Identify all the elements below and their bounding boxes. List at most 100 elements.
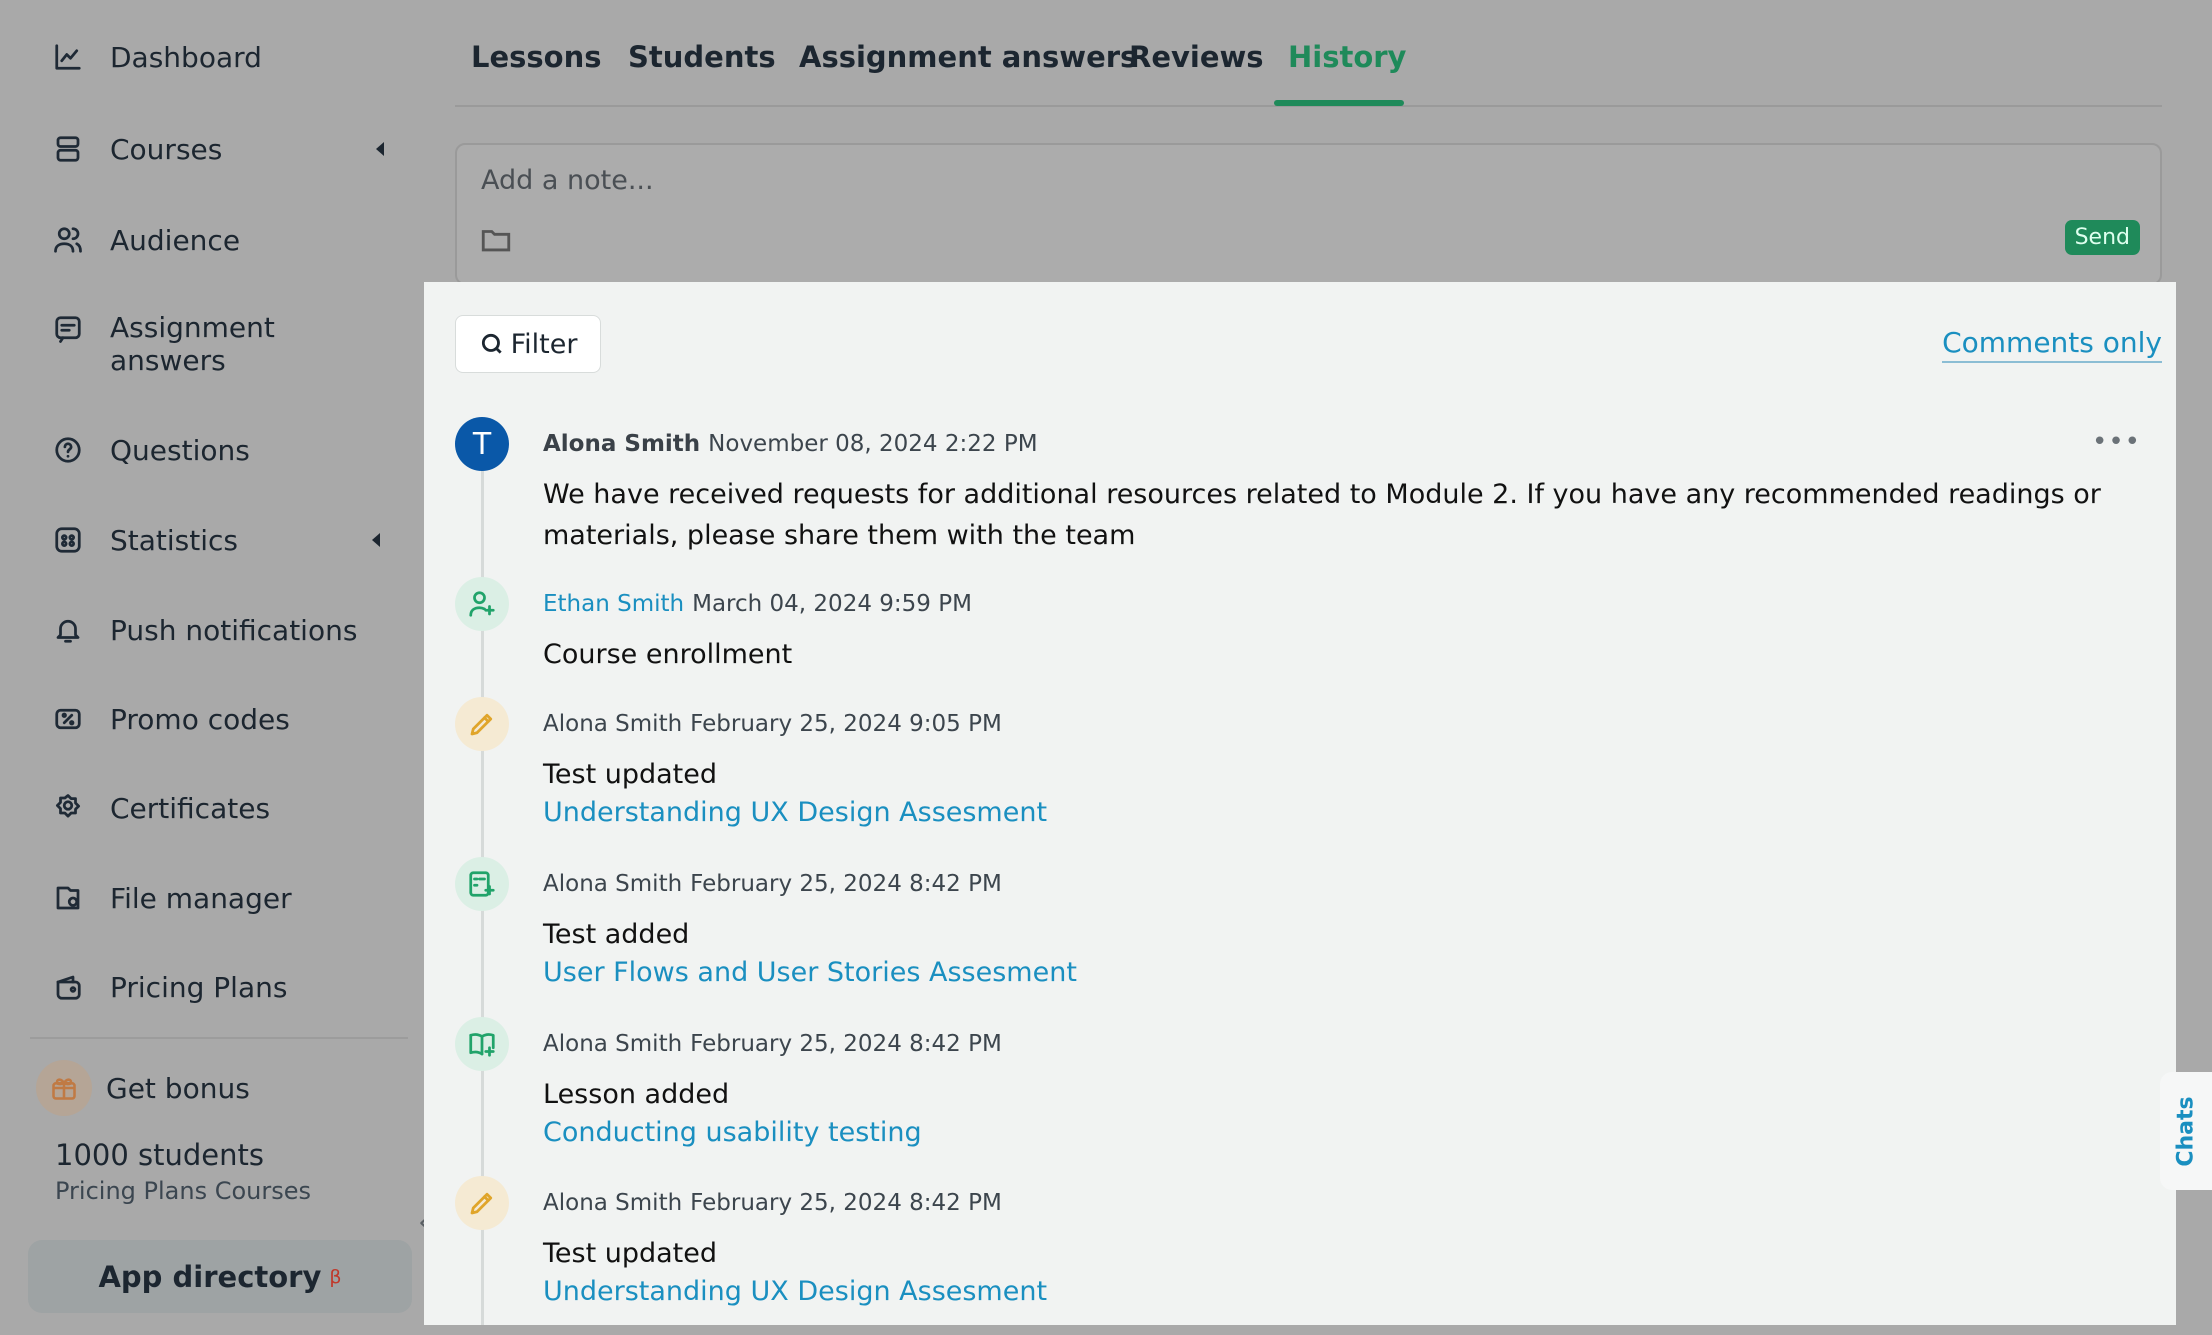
sidebar: Dashboard Courses Audience Assignment an… [0, 0, 424, 1335]
pencil-icon [455, 1176, 509, 1230]
entry-text: We have received requests for additional… [543, 479, 2101, 551]
app-directory-button[interactable]: App directory β [28, 1240, 412, 1313]
tab-lessons[interactable]: Lessons [471, 40, 602, 74]
beta-badge: β [329, 1265, 342, 1288]
entry-author: Alona Smith [543, 431, 701, 457]
book-add-icon [455, 1017, 509, 1071]
pencil-icon [455, 697, 509, 751]
entry-link[interactable]: Understanding UX Design Assesment [543, 797, 1047, 828]
note-composer: Add a note... Send [455, 143, 2162, 285]
filter-button[interactable]: Filter [455, 315, 601, 373]
entry-date: March 04, 2024 9:59 PM [692, 591, 972, 617]
sidebar-divider [30, 1037, 408, 1039]
sidebar-item-label: Audience [110, 223, 241, 257]
entry-author: Alona Smith [543, 1031, 683, 1057]
plan-student-count: 1000 students [55, 1138, 264, 1172]
sidebar-item-file-manager[interactable]: File manager [50, 880, 410, 916]
sidebar-item-label: Dashboard [110, 40, 262, 74]
sidebar-item-statistics[interactable]: Statistics [50, 522, 410, 558]
user-plus-icon [455, 577, 509, 631]
active-tab-indicator [1274, 100, 1404, 106]
sidebar-item-label: Pricing Plans [110, 970, 288, 1004]
entry-author: Alona Smith [543, 1190, 683, 1216]
tab-history[interactable]: History [1288, 40, 1406, 74]
history-entry: Alona Smith February 25, 2024 8:42 PM Tes… [455, 1176, 2155, 1325]
sidebar-item-label: Statistics [110, 523, 238, 557]
gift-icon [36, 1060, 92, 1116]
search-icon [481, 333, 502, 354]
entry-meta: Alona Smith November 08, 2024 2:22 PM [543, 431, 1038, 457]
sidebar-item-courses[interactable]: Courses [50, 131, 410, 167]
get-bonus-item[interactable]: Get bonus [36, 1060, 408, 1116]
sidebar-item-promo-codes[interactable]: Promo codes [50, 701, 410, 737]
sidebar-item-label: Push notifications [110, 613, 358, 647]
tab-reviews[interactable]: Reviews [1129, 40, 1264, 74]
sidebar-item-push-notifications[interactable]: Push notifications [50, 612, 410, 648]
sidebar-item-certificates[interactable]: Certificates [50, 790, 410, 826]
wallet-icon [50, 969, 86, 1005]
app-directory-label: App directory [98, 1259, 322, 1294]
history-panel: Filter Comments only T Alona Smith Novemb… [424, 282, 2176, 1325]
history-entry: Alona Smith February 25, 2024 8:42 PM Tes… [455, 857, 2155, 1007]
entry-text: Course enrollment [543, 639, 793, 670]
stack-icon [50, 131, 86, 167]
entry-meta: Alona Smith February 25, 2024 8:42 PM [543, 1031, 1002, 1057]
assignment-icon [50, 311, 86, 347]
sidebar-item-assignment-answers[interactable]: Assignment answers [50, 311, 410, 377]
get-bonus-label: Get bonus [106, 1071, 250, 1105]
entry-link[interactable]: User Flows and User Stories Assesment [543, 957, 1077, 988]
file-manager-icon [50, 880, 86, 916]
entry-author: Alona Smith [543, 871, 683, 897]
caret-left-icon[interactable] [376, 142, 384, 156]
history-entry: T Alona Smith November 08, 2024 2:22 PM •… [455, 417, 2155, 567]
entry-text: Lesson added [543, 1079, 730, 1110]
sidebar-item-label: Promo codes [110, 702, 290, 736]
tab-assignment-answers[interactable]: Assignment answers [799, 40, 1137, 74]
history-entry: Alona Smith February 25, 2024 8:42 PM Les… [455, 1017, 2155, 1167]
question-icon [50, 432, 86, 468]
entry-date: February 25, 2024 8:42 PM [690, 1031, 1002, 1057]
promo-icon [50, 701, 86, 737]
entry-text: Test updated [543, 759, 718, 790]
certificate-icon [50, 790, 86, 826]
test-add-icon [455, 857, 509, 911]
plan-name[interactable]: Pricing Plans Courses [55, 1177, 311, 1205]
sidebar-item-questions[interactable]: Questions [50, 432, 410, 468]
sidebar-item-audience[interactable]: Audience [50, 222, 410, 258]
avatar[interactable]: T [455, 417, 509, 471]
entry-link[interactable]: Conducting usability testing [543, 1117, 922, 1148]
caret-left-icon[interactable] [372, 533, 380, 547]
sidebar-item-label: Courses [110, 132, 223, 166]
entry-meta: Alona Smith February 25, 2024 8:42 PM [543, 1190, 1002, 1216]
entry-link[interactable]: Understanding UX Design Assesment [543, 1276, 1047, 1307]
sidebar-item-label: Questions [110, 433, 250, 467]
users-icon [50, 222, 86, 258]
entry-date: February 25, 2024 9:05 PM [690, 711, 1002, 737]
chats-tab[interactable]: Chats [2160, 1072, 2212, 1190]
comments-only-link[interactable]: Comments only [1942, 326, 2162, 363]
sidebar-item-pricing-plans[interactable]: Pricing Plans [50, 969, 410, 1005]
tab-students[interactable]: Students [628, 40, 776, 74]
entry-author-link[interactable]: Ethan Smith [543, 591, 684, 617]
entry-meta: Ethan Smith March 04, 2024 9:59 PM [543, 591, 972, 617]
entry-meta: Alona Smith February 25, 2024 9:05 PM [543, 711, 1002, 737]
sidebar-item-label: File manager [110, 881, 292, 915]
folder-icon[interactable] [479, 223, 513, 257]
filter-label: Filter [510, 328, 578, 360]
history-entry: Ethan Smith March 04, 2024 9:59 PM Course… [455, 577, 2155, 687]
chats-label: Chats [2173, 1095, 2199, 1167]
more-options-icon[interactable]: ••• [2092, 427, 2141, 457]
entry-meta: Alona Smith February 25, 2024 8:42 PM [543, 871, 1002, 897]
send-button[interactable]: Send [2064, 220, 2140, 255]
entry-text: Test added [543, 919, 690, 950]
note-input[interactable]: Add a note... [481, 165, 654, 196]
history-entry: Alona Smith February 25, 2024 9:05 PM Tes… [455, 697, 2155, 847]
bell-icon [50, 612, 86, 648]
sidebar-item-dashboard[interactable]: Dashboard [50, 39, 410, 75]
entry-date: November 08, 2024 2:22 PM [708, 431, 1038, 457]
entry-date: February 25, 2024 8:42 PM [690, 1190, 1002, 1216]
sidebar-item-label: Assignment answers [110, 311, 275, 377]
entry-text: Test updated [543, 1238, 718, 1269]
chart-line-icon [50, 39, 86, 75]
entry-date: February 25, 2024 8:42 PM [690, 871, 1002, 897]
